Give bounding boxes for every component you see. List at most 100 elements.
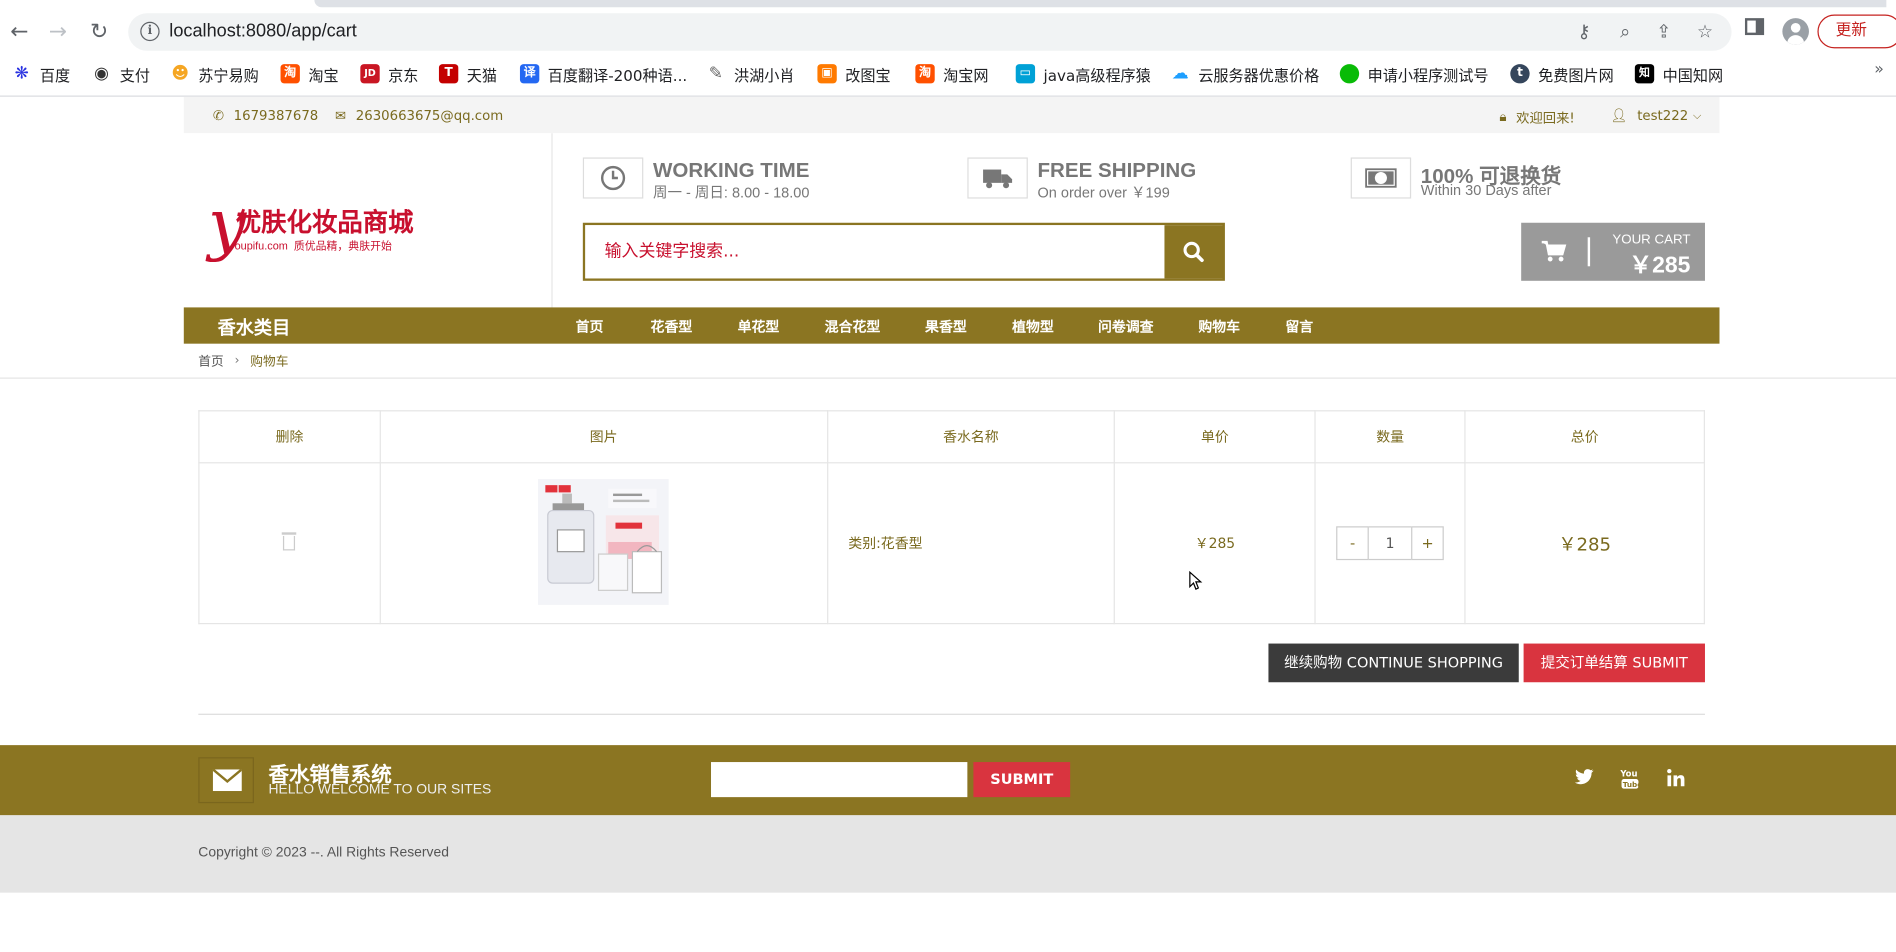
welcome-info: 🔒︎ 欢迎回来! xyxy=(1499,108,1574,127)
bookmark-item[interactable]: ✎ 洪湖小肖 xyxy=(706,60,795,87)
user-menu[interactable]: 👤︎ test222 ⌵ xyxy=(1611,108,1702,124)
username-text[interactable]: test222 xyxy=(1637,108,1688,124)
logo-subtitle: oupifu.com 质优品精，典肤开始 xyxy=(235,237,392,253)
breadcrumb-current: 购物车 xyxy=(250,354,289,369)
bookmark-label: 淘宝网 xyxy=(943,65,989,85)
bookmarks-more-icon[interactable]: » xyxy=(1874,60,1884,78)
bookmark-item[interactable]: 知中国知网 xyxy=(1634,60,1724,87)
submit-order-button[interactable]: 提交订单结算 SUBMIT xyxy=(1523,643,1705,682)
taobao-icon: 淘 xyxy=(280,64,300,84)
key-icon[interactable]: ⚷ xyxy=(1572,19,1596,43)
nav-cart[interactable]: 购物车 xyxy=(1198,316,1240,335)
gaitubao-icon: ▣ xyxy=(817,64,837,84)
bookmark-label: 改图宝 xyxy=(845,65,891,85)
search-button[interactable] xyxy=(1164,224,1223,279)
newsletter-input[interactable] xyxy=(711,761,968,797)
bookmark-item[interactable]: 淘淘宝网 xyxy=(915,60,989,87)
bookmark-label: 支付 xyxy=(119,65,150,85)
bookmark-item[interactable]: t 免费图片网 xyxy=(1510,60,1614,87)
bookmark-label: 京东 xyxy=(388,65,419,85)
category-menu-title[interactable]: 香水类目 xyxy=(218,314,291,339)
twitter-icon[interactable] xyxy=(1572,768,1596,792)
bookmark-item[interactable]: 译百度翻译-200种语... xyxy=(519,60,687,87)
wechat-icon xyxy=(1339,64,1360,84)
jd-icon: JD xyxy=(360,64,380,84)
bookmark-label: java高级程序猿 xyxy=(1043,65,1151,85)
bilibili-icon: ▭ xyxy=(1015,64,1036,84)
share-icon[interactable]: ⇪ xyxy=(1652,19,1676,43)
bookmark-label: 中国知网 xyxy=(1662,65,1724,85)
nav-message[interactable]: 留言 xyxy=(1285,316,1313,335)
email-text: 2630663675@qq.com xyxy=(355,107,504,124)
nav-plant[interactable]: 植物型 xyxy=(1012,316,1054,335)
column-header-total: 总价 xyxy=(1464,409,1705,464)
user-icon: 👤︎ xyxy=(1610,107,1628,124)
github-icon: ◉ xyxy=(94,64,109,84)
column-header-image: 图片 xyxy=(379,409,828,464)
url-text[interactable]: localhost:8080/app/cart xyxy=(169,21,357,42)
column-header-name: 香水名称 xyxy=(826,409,1116,464)
site-info-icon[interactable]: i xyxy=(140,21,160,42)
nav-floral[interactable]: 花香型 xyxy=(651,316,693,335)
reload-icon[interactable]: ↻ xyxy=(85,17,114,46)
address-bar[interactable]: i localhost:8080/app/cart ⚷ ⌕ ⇪ ☆ xyxy=(128,13,1732,51)
update-button[interactable]: 更新 xyxy=(1817,14,1896,49)
row-total: ￥285 xyxy=(1464,461,1705,624)
bookmark-item[interactable]: ☁ 云服务器优惠价格 xyxy=(1171,60,1320,87)
bookmark-item[interactable]: ☻ 苏宁易购 xyxy=(170,60,258,87)
cart-amount: ￥285 xyxy=(1629,252,1691,279)
continue-shopping-button[interactable]: 继续购物 CONTINUE SHOPPING xyxy=(1268,643,1519,682)
bookmark-item[interactable]: ▣ 改图宝 xyxy=(817,60,891,87)
sidepanel-icon[interactable] xyxy=(1741,17,1768,44)
lock-icon: 🔒︎ xyxy=(1499,108,1507,125)
top-info-bar: ✆ 1679387678 ✉ 2630663675@qq.com 🔒︎ 欢迎回来! 👤… xyxy=(183,96,1720,133)
youtube-icon[interactable]: You Tube xyxy=(1618,768,1642,792)
email-info: ✉ 2630663675@qq.com xyxy=(335,108,503,124)
bookmark-item[interactable]: ▭ java高级程序猿 xyxy=(1015,60,1151,87)
mouse-cursor-icon xyxy=(1189,570,1203,590)
bookmark-star-icon[interactable]: ☆ xyxy=(1693,19,1717,43)
chevron-down-icon[interactable]: ⌵ xyxy=(1693,109,1701,121)
increase-quantity-button[interactable]: + xyxy=(1411,525,1444,560)
page: ← → ↻ i localhost:8080/app/cart ⚷ ⌕ ⇪ ☆ … xyxy=(0,0,1896,952)
zoom-icon[interactable]: ⌕ xyxy=(1613,19,1637,43)
profile-avatar[interactable] xyxy=(1782,18,1809,45)
logo[interactable]: y 优肤化妆品商城 oupifu.com 质优品精，典肤开始 xyxy=(184,132,553,327)
bookmark-item[interactable]: 申请小程序测试号 xyxy=(1339,60,1489,87)
product-image[interactable] xyxy=(538,478,669,604)
quantity-stepper: - 1 + xyxy=(1336,525,1444,560)
cart-summary-button[interactable]: YOUR CART ￥285 xyxy=(1521,222,1705,281)
back-icon[interactable]: ← xyxy=(5,17,34,46)
footer-subtitle: HELLO WELCOME TO OUR SITES xyxy=(268,782,492,797)
info-title: WORKING TIME xyxy=(652,158,810,182)
logo-slogan: 质优品精，典肤开始 xyxy=(293,239,392,252)
cloud-icon: ☁ xyxy=(1171,64,1189,84)
linkedin-icon[interactable] xyxy=(1664,768,1688,792)
search-input[interactable] xyxy=(585,224,1166,279)
trash-icon[interactable] xyxy=(282,531,297,551)
bookmark-label: 苏宁易购 xyxy=(198,65,259,85)
cart-label: YOUR CART xyxy=(1612,232,1691,247)
decrease-quantity-button[interactable]: - xyxy=(1336,525,1369,560)
bookmark-label: 百度 xyxy=(39,65,71,85)
logo-domain: oupifu.com xyxy=(234,239,288,252)
newsletter-submit-button[interactable]: SUBMIT xyxy=(973,761,1071,797)
bookmark-item[interactable]: 淘淘宝 xyxy=(280,60,339,87)
product-name[interactable]: 类别:花香型 xyxy=(826,461,1116,624)
bookmark-item[interactable]: T 天猫 xyxy=(438,60,497,87)
svg-text:Tube: Tube xyxy=(1623,780,1640,789)
forward-icon[interactable]: → xyxy=(44,17,73,46)
bookmark-item[interactable]: ❋ 百度 xyxy=(12,60,70,87)
quantity-input[interactable]: 1 xyxy=(1368,525,1412,560)
money-icon xyxy=(1350,157,1412,199)
nav-home[interactable]: 首页 xyxy=(576,316,604,335)
phone-info: ✆ 1679387678 xyxy=(213,108,318,124)
bookmark-item[interactable]: JD 京东 xyxy=(360,60,418,87)
nav-survey[interactable]: 问卷调查 xyxy=(1098,316,1154,335)
pen-icon: ✎ xyxy=(708,64,723,84)
nav-single-floral[interactable]: 单花型 xyxy=(738,316,780,335)
nav-mixed-floral[interactable]: 混合花型 xyxy=(825,316,881,335)
nav-fruity[interactable]: 果香型 xyxy=(925,316,967,335)
breadcrumb-home[interactable]: 首页 xyxy=(198,352,223,370)
bookmark-item[interactable]: ◉ 支付 xyxy=(92,60,150,87)
